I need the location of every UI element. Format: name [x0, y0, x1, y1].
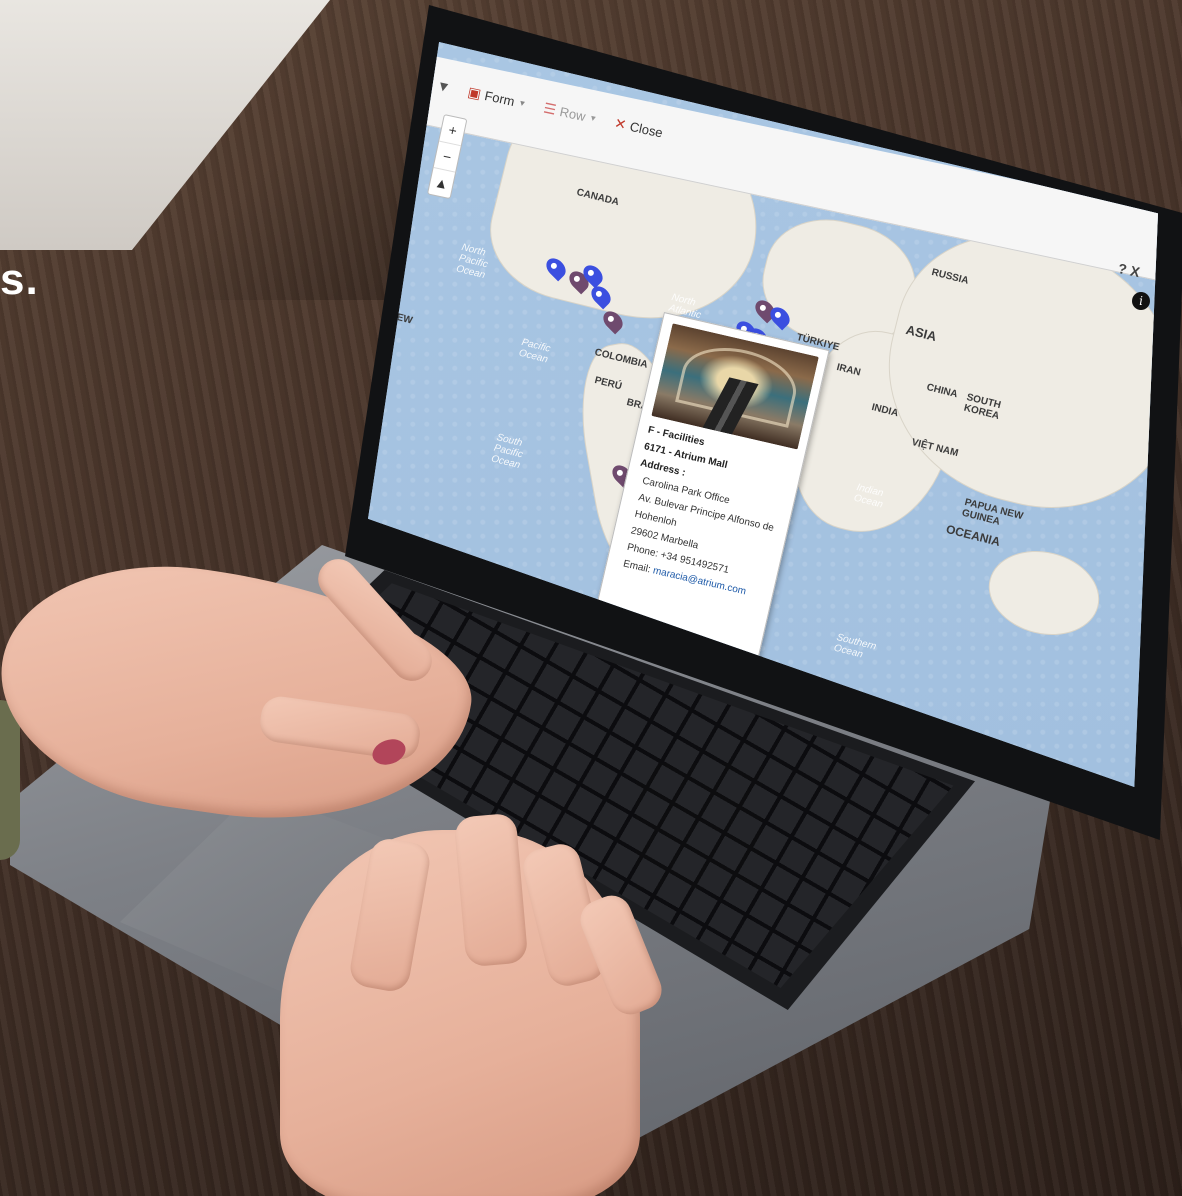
close-label: Close — [628, 118, 665, 141]
right-finger — [453, 812, 529, 968]
row-button[interactable]: ☰ Row ▼ — [542, 99, 599, 127]
close-button[interactable]: ✕ Close — [613, 114, 664, 141]
row-icon: ☰ — [542, 99, 558, 118]
row-label: Row — [558, 103, 588, 124]
filter-button[interactable]: ▼ — [435, 77, 452, 96]
row-caret-icon: ▼ — [588, 112, 599, 124]
photo-scene: s. ▼ ▣ Form ▼ ☰ Row ▼ ✕ Close + − ▲ ? X … — [0, 0, 1182, 1196]
help-button[interactable]: ? — [1117, 260, 1129, 277]
form-button[interactable]: ▣ Form ▼ — [466, 83, 528, 112]
compass-icon[interactable]: ▲ — [428, 168, 455, 198]
close-icon: ✕ — [613, 114, 629, 133]
form-label: Form — [483, 87, 517, 109]
info-icon[interactable]: i — [1132, 292, 1150, 310]
wall-shadow — [0, 0, 420, 300]
popup-email-label: Email: — [622, 558, 652, 576]
edge-text: s. — [0, 255, 39, 304]
filter-icon: ▼ — [435, 76, 453, 96]
form-icon: ▣ — [466, 82, 483, 102]
form-caret-icon: ▼ — [517, 97, 528, 109]
